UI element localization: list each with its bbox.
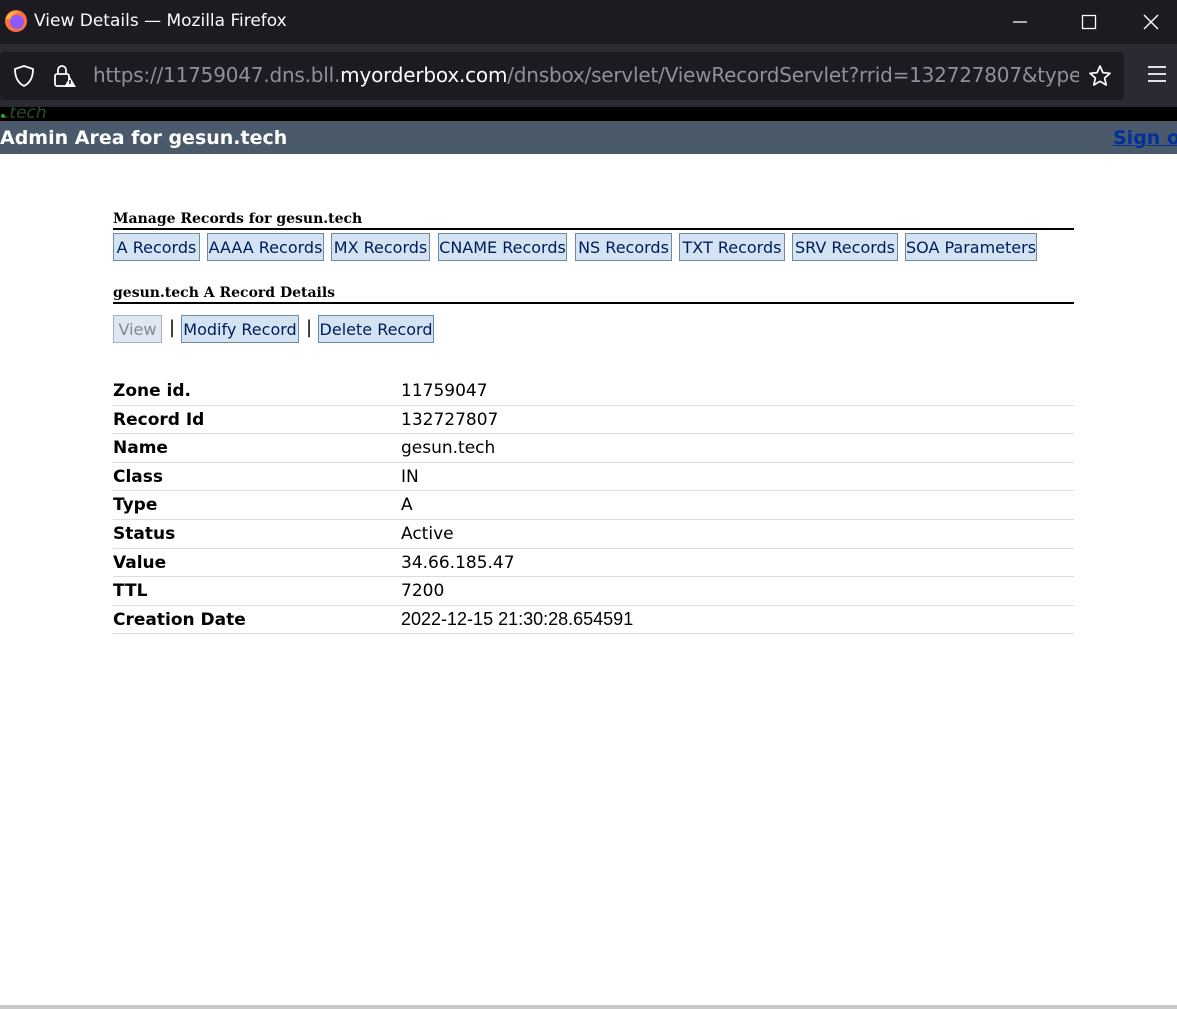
tab-cname-records[interactable]: CNAME Records [438, 233, 567, 261]
detail-row-creation-date: Creation Date 2022-12-15 21:30:28.654591 [113, 606, 1074, 635]
detail-label: Creation Date [113, 609, 246, 630]
tab-mx-records[interactable]: MX Records [331, 233, 430, 261]
url-domain: myorderbox.com [340, 63, 508, 87]
sign-out-link[interactable]: Sign ou [1113, 127, 1177, 149]
detail-row-zone-id: Zone id. 11759047 [113, 377, 1074, 406]
detail-row-name: Name gesun.tech [113, 434, 1074, 463]
detail-label: Class [113, 466, 164, 487]
url-text[interactable]: https://11759047.dns.bll.myorderbox.com/… [93, 63, 1079, 87]
detail-label: Zone id. [113, 381, 192, 401]
site-logo: .tech [4, 107, 47, 121]
detail-value: Active [401, 523, 454, 544]
detail-row-status: Status Active [113, 520, 1074, 549]
detail-label: Name [113, 438, 168, 459]
detail-row-type: Type A [113, 491, 1074, 520]
maximize-icon [1081, 14, 1097, 30]
close-icon [1143, 14, 1158, 30]
detail-label: Record Id [113, 409, 205, 430]
hamburger-menu-icon[interactable] [1146, 64, 1168, 88]
detail-label: TTL [113, 581, 148, 602]
address-bar[interactable]: https://11759047.dns.bll.myorderbox.com/… [0, 52, 1124, 100]
detail-value: gesun.tech [401, 438, 496, 459]
detail-label: Type [113, 495, 158, 516]
record-details-table: Zone id. 11759047 Record Id 132727807 Na… [113, 377, 1074, 635]
view-button[interactable]: View [113, 315, 162, 343]
manage-records-heading: Manage Records for gesun.tech [113, 211, 1074, 230]
tab-ns-records[interactable]: NS Records [575, 233, 672, 261]
tab-soa-parameters[interactable]: SOA Parameters [905, 233, 1037, 261]
detail-value: 34.66.185.47 [401, 552, 515, 573]
record-details-heading: gesun.tech A Record Details [113, 285, 1074, 304]
delete-record-button[interactable]: Delete Record [318, 315, 434, 343]
detail-value: 2022-12-15 21:30:28.654591 [401, 608, 634, 629]
detail-value: A [401, 495, 413, 516]
window-titlebar: View Details — Mozilla Firefox [0, 0, 1177, 44]
detail-row-value: Value 34.66.185.47 [113, 549, 1074, 578]
firefox-logo-icon [4, 9, 28, 33]
tab-aaaa-records[interactable]: AAAA Records [207, 233, 324, 261]
detail-value: 11759047 [401, 381, 488, 401]
tracking-protection-shield-icon[interactable] [12, 64, 36, 92]
maximize-button[interactable] [1054, 0, 1124, 44]
admin-header-bar: Admin Area for gesun.tech Sign ou [0, 121, 1177, 154]
action-separator: | [306, 317, 313, 338]
window-bottom-border [0, 1005, 1177, 1009]
detail-value: IN [401, 466, 419, 487]
minimize-icon [1013, 21, 1027, 23]
action-separator: | [169, 317, 176, 338]
lock-warning-icon[interactable] [52, 63, 78, 93]
url-suffix: /dnsbox/servlet/ViewRecordServlet?rrid=1… [507, 63, 1079, 87]
close-window-button[interactable] [1124, 0, 1177, 44]
bookmark-star-icon[interactable] [1088, 64, 1112, 92]
minimize-button[interactable] [985, 0, 1055, 44]
tab-srv-records[interactable]: SRV Records [792, 233, 898, 261]
modify-record-button[interactable]: Modify Record [181, 315, 299, 343]
detail-label: Status [113, 523, 176, 544]
detail-row-record-id: Record Id 132727807 [113, 406, 1074, 435]
detail-value: 132727807 [401, 409, 499, 430]
window-title: View Details — Mozilla Firefox [34, 11, 287, 31]
tab-a-records[interactable]: A Records [113, 233, 200, 261]
detail-label: Value [113, 552, 167, 573]
detail-value: 7200 [401, 581, 445, 602]
detail-row-ttl: TTL 7200 [113, 577, 1074, 606]
tab-txt-records[interactable]: TXT Records [679, 233, 785, 261]
detail-row-class: Class IN [113, 463, 1074, 492]
url-prefix: https://11759047.dns.bll. [93, 63, 341, 87]
site-logo-strip: .tech [0, 107, 1177, 121]
navigation-toolbar: https://11759047.dns.bll.myorderbox.com/… [0, 44, 1177, 107]
admin-area-title: Admin Area for gesun.tech [0, 127, 288, 149]
